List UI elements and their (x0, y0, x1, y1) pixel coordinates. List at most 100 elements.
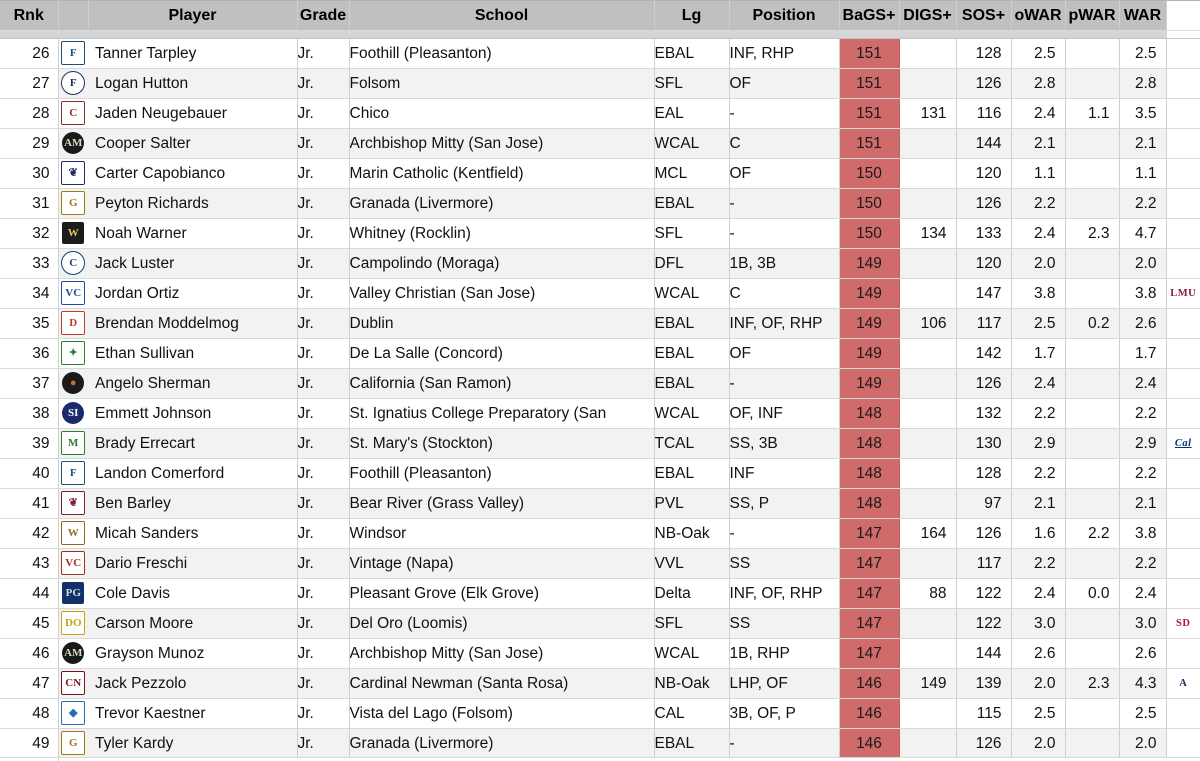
column-header-player[interactable]: Player (88, 0, 298, 31)
pwar-cell (1065, 398, 1120, 429)
sos-plus-cell: 117 (956, 548, 1012, 579)
table-row[interactable]: 32 W Noah Warner Jr. Whitney (Rocklin) SFL -15… (0, 218, 1200, 249)
commitment-logo-cell[interactable]: A (1166, 668, 1200, 699)
windsor-jaguars-logo: W (61, 520, 86, 545)
bags-plus-cell: 147 (839, 638, 900, 669)
commitment-logo-cell[interactable]: Cal (1166, 428, 1200, 459)
column-header-pwar[interactable]: pWAR (1065, 0, 1120, 31)
pwar-cell (1065, 338, 1120, 369)
league-cell: EBAL (654, 38, 730, 69)
rank-cell: 48 (0, 698, 59, 729)
pwar-cell: 2.3 (1065, 668, 1120, 699)
vista-del-lago-eagles-logo: ◆ (61, 700, 86, 725)
school-cell: Marin Catholic (Kentfield) (349, 158, 655, 189)
table-row[interactable]: 36 ✦ Ethan Sullivan Jr. De La Salle (Concord… (0, 338, 1200, 369)
table-row[interactable]: 40 F Landon Comerford Jr. Foothill (Pleasant… (0, 458, 1200, 489)
column-header-grade[interactable]: Grade (297, 0, 350, 31)
position-cell: 1B, RHP (729, 638, 840, 669)
table-row[interactable]: 38 SI Emmett Johnson Jr. St. Ignatius Colleg… (0, 398, 1200, 429)
column-header-owar[interactable]: oWAR (1011, 0, 1066, 31)
owar-cell: 2.0 (1011, 668, 1066, 699)
sos-plus-cell: 128 (956, 458, 1012, 489)
owar-cell: 2.2 (1011, 398, 1066, 429)
war-cell: 1.7 (1119, 338, 1167, 369)
table-row[interactable]: 34 VC Jordan Ortiz Jr. Valley Christian (San… (0, 278, 1200, 309)
column-header-bags[interactable]: BaGS+ (839, 0, 900, 31)
school-logo-cell: G (58, 188, 88, 219)
column-header-lg[interactable]: Lg (654, 0, 730, 31)
air-force-falcons-logo[interactable]: A (1179, 674, 1187, 694)
table-row[interactable]: 41 ❦ Ben Barley Jr. Bear River (Grass Valley… (0, 488, 1200, 519)
column-header-position[interactable]: Position (729, 0, 840, 31)
rank-cell: 45 (0, 608, 59, 639)
school-cell: Dublin (349, 308, 655, 339)
player-name-cell: Tyler Kardy (88, 728, 298, 759)
column-header-war[interactable]: WAR (1119, 0, 1167, 31)
table-row[interactable]: 31 G Peyton Richards Jr. Granada (Livermore)… (0, 188, 1200, 219)
table-row[interactable]: 49 G Tyler Kardy Jr. Granada (Livermore) EBAL… (0, 728, 1200, 759)
sos-plus-cell: 126 (956, 728, 1012, 759)
grade-cell: Jr. (297, 368, 350, 399)
table-row[interactable]: 27 F Logan Hutton Jr. Folsom SFL OF 151 126 2.8 2.… (0, 68, 1200, 99)
commitment-logo-cell (1166, 578, 1200, 609)
table-row[interactable]: 44 PG Cole Davis Jr. Pleasant Grove (Elk Gro… (0, 578, 1200, 609)
school-logo-cell: ◆ (58, 698, 88, 729)
column-header-rnk[interactable]: Rnk (0, 0, 59, 31)
california-grizzlies-logo: ● (62, 371, 85, 394)
table-row[interactable]: 42 W Micah Sanders Jr. Windsor NB-Oak -147 164 1… (0, 518, 1200, 549)
cal-bears-logo[interactable]: Cal (1175, 434, 1192, 454)
player-rankings-page: Rnk Player Grade School Lg Position BaGS… (0, 0, 1200, 761)
column-header-sos[interactable]: SOS+ (956, 0, 1012, 31)
school-cell: Del Oro (Loomis) (349, 608, 655, 639)
table-row[interactable]: 29 AM Cooper Salter Jr. Archbishop Mitty (Sa… (0, 128, 1200, 159)
school-logo-cell: CN (58, 668, 88, 699)
position-cell: INF (729, 458, 840, 489)
table-row[interactable]: 37 ● Angelo Sherman Jr. California (San Ramo… (0, 368, 1200, 399)
table-row[interactable]: 30 ❦ Carter Capobianco Jr. Marin Catholic (K… (0, 158, 1200, 189)
column-header-logo[interactable] (58, 0, 89, 31)
table-row[interactable]: 35 D Brendan Moddelmog Jr. Dublin EBAL INF, OF… (0, 308, 1200, 339)
column-header-digs[interactable]: DIGS+ (899, 0, 957, 31)
school-logo-cell: C (58, 98, 88, 129)
school-cell: Granada (Livermore) (349, 188, 655, 219)
school-logo-cell: F (58, 68, 88, 99)
commitment-logo-cell[interactable]: LMU (1166, 278, 1200, 309)
war-cell: 4.3 (1119, 668, 1167, 699)
commitment-logo-cell (1166, 458, 1200, 489)
rank-cell: 34 (0, 278, 59, 309)
spacer-cell (0, 30, 59, 39)
commitment-logo-cell (1166, 188, 1200, 219)
position-cell: SS (729, 608, 840, 639)
position-cell: INF, OF, RHP (729, 578, 840, 609)
grade-cell: Jr. (297, 578, 350, 609)
table-row[interactable]: 43 VC Dario Freschi Jr. Vintage (Napa) VVL SS 1… (0, 548, 1200, 579)
san-diego-state-aztecs-logo[interactable]: SD (1176, 614, 1190, 634)
sos-plus-cell: 126 (956, 68, 1012, 99)
war-cell: 2.2 (1119, 398, 1167, 429)
league-cell: EBAL (654, 368, 730, 399)
lmu-logo[interactable]: LMU (1170, 284, 1196, 304)
table-row[interactable]: 48 ◆ Trevor Kaestner Jr. Vista del Lago (Fol… (0, 698, 1200, 729)
owar-cell: 2.2 (1011, 458, 1066, 489)
sos-plus-cell: 147 (956, 278, 1012, 309)
pwar-cell (1065, 248, 1120, 279)
table-row[interactable]: 39 M Brady Errecart Jr. St. Mary's (Stockton… (0, 428, 1200, 459)
table-row[interactable]: 28 C Jaden Neugebauer Jr. Chico EAL -151 131 116… (0, 98, 1200, 129)
school-logo-cell: M (58, 428, 88, 459)
table-row[interactable]: 46 AM Grayson Munoz Jr. Archbishop Mitty (Sa… (0, 638, 1200, 669)
rank-cell: 32 (0, 218, 59, 249)
school-logo-cell: PG (58, 578, 88, 609)
table-row[interactable]: 26 F Tanner Tarpley Jr. Foothill (Pleasanton… (0, 38, 1200, 69)
valley-christian-warriors-logo: VC (61, 280, 86, 305)
bags-plus-cell: 151 (839, 128, 900, 159)
pwar-cell (1065, 458, 1120, 489)
position-cell: 3B, OF, P (729, 698, 840, 729)
table-row[interactable]: 33 C Jack Luster Jr. Campolindo (Moraga) DFL 1… (0, 248, 1200, 279)
table-row[interactable]: 45 DO Carson Moore Jr. Del Oro (Loomis) SFL SS… (0, 608, 1200, 639)
rank-cell: 33 (0, 248, 59, 279)
column-header-school[interactable]: School (349, 0, 655, 31)
pwar-cell: 2.2 (1065, 518, 1120, 549)
table-row[interactable]: 47 CN Jack Pezzolo Jr. Cardinal Newman (Sant… (0, 668, 1200, 699)
commitment-logo-cell[interactable]: SD (1166, 608, 1200, 639)
player-name-cell: Cole Davis (88, 578, 298, 609)
